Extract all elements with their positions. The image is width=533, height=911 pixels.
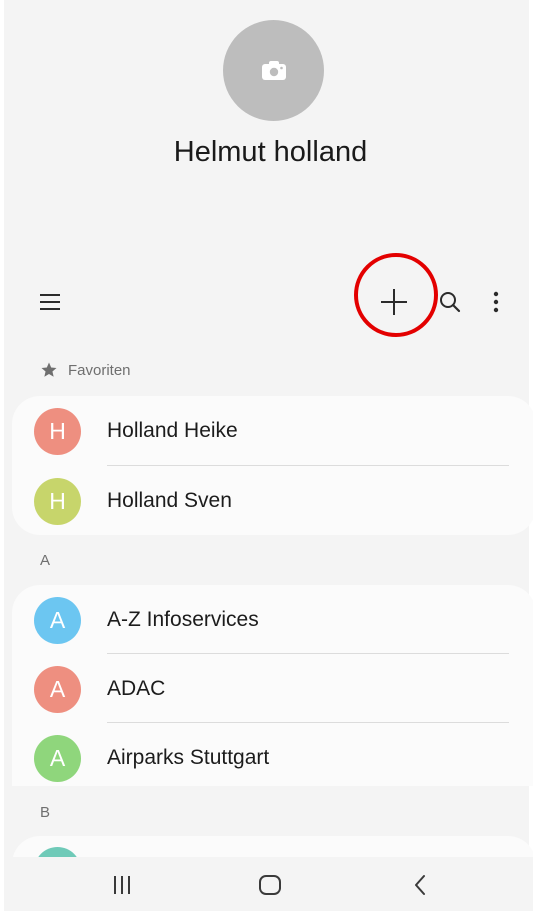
avatar: A [34,734,81,782]
search-icon [440,292,461,313]
contact-row[interactable]: H Holland Heike [12,396,533,466]
contact-name: ADAC [107,677,166,700]
more-vert-icon [493,291,499,313]
recent-apps-button[interactable] [102,865,142,905]
contact-name: Holland Heike [107,419,238,442]
avatar: H [34,407,81,455]
section-a-card: A A-Z Infoservices A ADAC A Airparks Stu… [12,585,533,786]
plus-icon [380,289,407,315]
search-button[interactable] [432,282,468,322]
app-screen: Helmut holland Favoriten H Holland Heike… [0,0,533,911]
back-icon [415,875,425,895]
section-label: Favoriten [68,361,131,379]
contact-row[interactable]: A ADAC [12,654,533,724]
home-icon [259,875,281,895]
avatar: A [34,596,81,644]
menu-button[interactable] [32,282,68,322]
contact-row[interactable]: H Holland Sven [12,466,533,536]
section-header-favorites: Favoriten [40,361,131,379]
star-icon [41,362,57,377]
favorites-card: H Holland Heike H Holland Sven [12,396,533,535]
contact-name: Airparks Stuttgart [107,746,270,769]
profile-photo[interactable] [223,20,324,121]
recent-apps-icon [114,876,130,894]
contact-name: A-Z Infoservices [107,608,259,631]
back-button[interactable] [400,865,440,905]
section-header-a: A [40,552,51,569]
profile-name[interactable]: Helmut holland [4,136,533,169]
avatar: H [34,477,81,525]
menu-icon [40,294,60,310]
add-contact-button[interactable] [356,272,431,332]
home-button[interactable] [250,865,290,905]
toolbar [4,272,533,332]
more-options-button[interactable] [480,282,512,322]
camera-icon [261,60,286,80]
avatar: A [34,665,81,713]
contact-row[interactable]: A Airparks Stuttgart [12,723,533,793]
contact-name: Holland Sven [107,489,232,512]
section-header-b: B [40,804,51,821]
system-nav-bar [4,857,533,911]
contact-row[interactable]: A A-Z Infoservices [12,585,533,655]
